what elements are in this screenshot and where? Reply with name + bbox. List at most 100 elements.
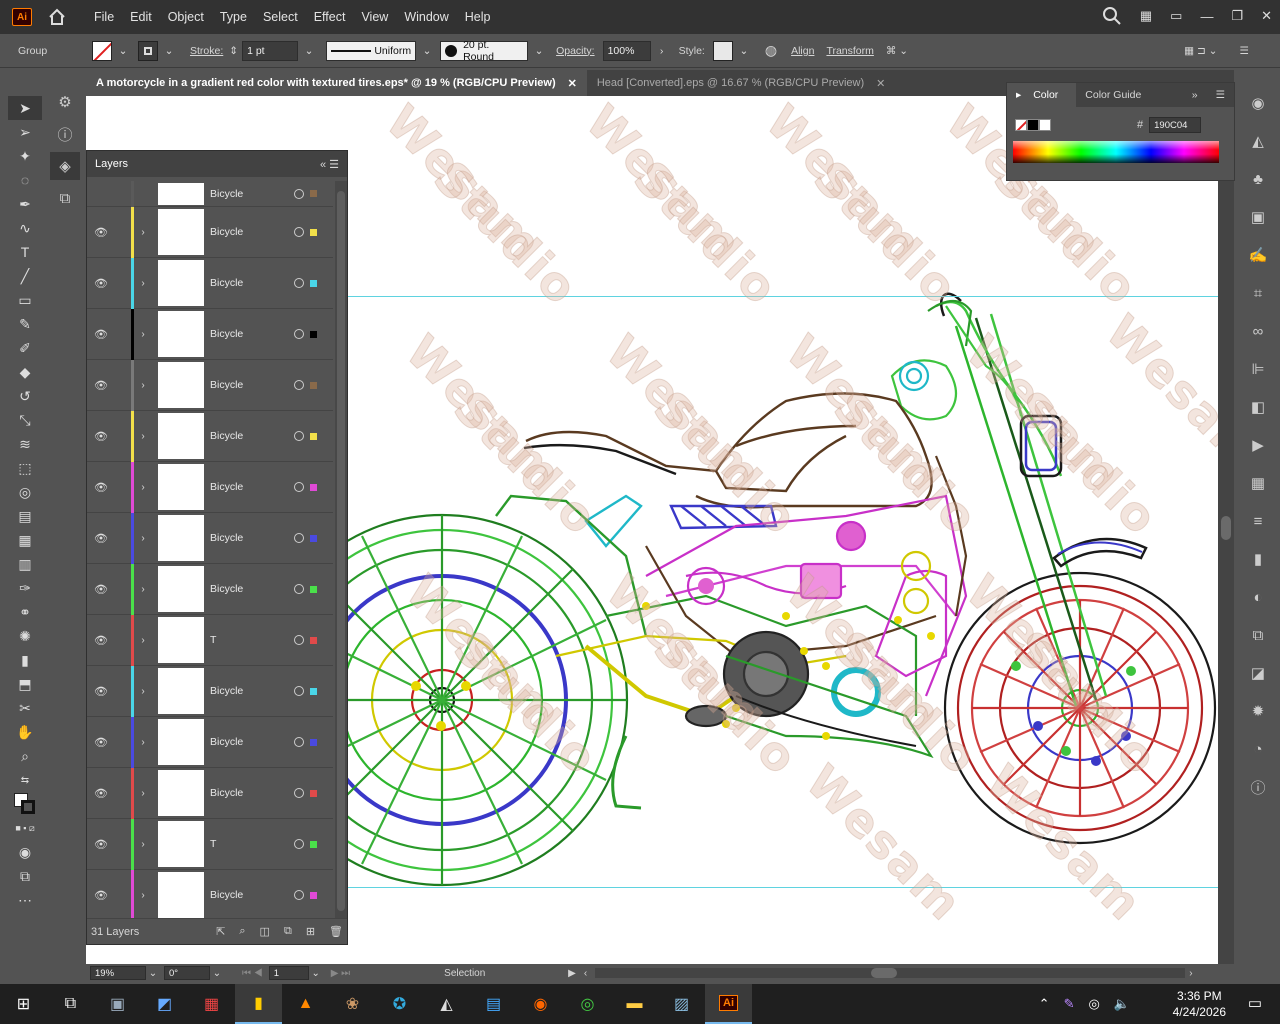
status-menu-icon[interactable]: ▶	[568, 968, 576, 979]
artboard-nav-prev-icon[interactable]: ⏮ ◀	[242, 968, 263, 979]
properties-icon[interactable]: ◧	[1238, 388, 1278, 426]
start-button-icon[interactable]: ⊞	[0, 984, 47, 1024]
artboard-number-field[interactable]: 1	[268, 966, 309, 980]
brush-definition[interactable]: 20 pt. Round	[440, 39, 529, 63]
visibility-eye-icon[interactable]: 👁	[87, 583, 115, 596]
target-circle-icon[interactable]	[294, 737, 304, 747]
canvas-vertical-scrollbar[interactable]	[1218, 96, 1234, 964]
panel-menu-icon[interactable]: ☰	[1239, 45, 1248, 57]
rotate-tool-icon[interactable]: ↺	[8, 384, 42, 408]
selection-square-icon[interactable]	[310, 636, 317, 644]
menu-help[interactable]: Help	[457, 10, 499, 24]
isolate-group-icon[interactable]: ⌘ ⌄	[886, 45, 908, 57]
brushes-icon[interactable]: ✍	[1238, 236, 1278, 274]
document-info-icon[interactable]: ⓘ	[1238, 768, 1278, 806]
chevron-down-icon[interactable]: ⌄	[162, 45, 176, 57]
asset-export-icon[interactable]: ✹	[1238, 692, 1278, 730]
target-circle-icon[interactable]	[294, 788, 304, 798]
arrange-icon[interactable]: ▦ ⊐ ⌄	[1184, 45, 1217, 57]
clipping-mask-icon[interactable]: ◫	[260, 925, 270, 938]
opacity-label[interactable]: Opacity:	[556, 45, 595, 57]
close-icon[interactable]: ✕	[1261, 8, 1272, 24]
artboard-nav-next-icon[interactable]: ▶ ⏭	[331, 968, 350, 979]
menu-select[interactable]: Select	[255, 10, 306, 24]
layer-row[interactable]: 👁 › T	[87, 614, 333, 666]
target-circle-icon[interactable]	[294, 584, 304, 594]
swatches-icon[interactable]: ▦	[1238, 464, 1278, 502]
layer-row[interactable]: 👁 › Bicycle	[87, 563, 333, 615]
minimize-icon[interactable]: —	[1200, 9, 1213, 24]
close-tab-icon[interactable]: ✕	[876, 77, 885, 90]
layer-name[interactable]: T	[210, 838, 288, 850]
selection-square-icon[interactable]	[310, 789, 317, 797]
visibility-eye-icon[interactable]: 👁	[87, 838, 115, 851]
visibility-eye-icon[interactable]: 👁	[87, 430, 115, 443]
visibility-eye-icon[interactable]: 👁	[87, 787, 115, 800]
file-explorer-icon[interactable]: ▬	[611, 984, 658, 1024]
expand-arrow-icon[interactable]: ›	[134, 788, 152, 799]
rotation-field[interactable]: 0°	[164, 966, 210, 980]
stroke-label[interactable]: Stroke:	[190, 45, 223, 57]
locate-object-icon[interactable]: ⌕	[239, 925, 245, 938]
links-icon[interactable]: ∞	[1238, 312, 1278, 350]
layer-name[interactable]: Bicycle	[210, 328, 288, 340]
paint-app-icon[interactable]: ◩	[141, 984, 188, 1024]
delete-layer-icon[interactable]: 🗑	[329, 925, 343, 938]
pathfinder-icon[interactable]: ◪	[1238, 654, 1278, 692]
selection-square-icon[interactable]	[310, 279, 317, 287]
menu-file[interactable]: File	[86, 10, 122, 24]
selection-square-icon[interactable]	[310, 190, 317, 197]
maximize-icon[interactable]: ❐	[1231, 8, 1243, 24]
chevron-down-icon[interactable]: ⌄	[532, 45, 546, 57]
menu-edit[interactable]: Edit	[122, 10, 160, 24]
transform-panel-icon[interactable]: ⌗	[1238, 274, 1278, 312]
visibility-eye-icon[interactable]: 👁	[87, 226, 115, 239]
layer-name[interactable]: Bicycle	[210, 787, 288, 799]
visibility-eye-icon[interactable]: 👁	[87, 481, 115, 494]
chevron-down-icon[interactable]: ⌄	[302, 45, 316, 57]
horizontal-scrollbar[interactable]	[595, 968, 1186, 978]
scroll-right-icon[interactable]: ›	[1189, 968, 1192, 979]
layer-name[interactable]: Bicycle	[210, 277, 288, 289]
lasso-icon[interactable]: ◌	[8, 168, 42, 192]
panel-menu-icon[interactable]: ☰	[1207, 89, 1234, 101]
hand-tool-icon[interactable]: ✋	[8, 720, 42, 744]
layer-row[interactable]: 👁 › Bicycle	[87, 206, 333, 258]
export-icon[interactable]: ⇱	[216, 925, 225, 938]
line-tool-icon[interactable]: ╱	[8, 264, 42, 288]
selection-square-icon[interactable]	[310, 585, 317, 593]
layer-name[interactable]: Bicycle	[210, 685, 288, 697]
expand-arrow-icon[interactable]: ›	[134, 380, 152, 391]
slice-tool-icon[interactable]: ✂	[8, 696, 42, 720]
curvature-tool-icon[interactable]: ∿	[8, 216, 42, 240]
chevron-down-icon[interactable]: ⌄	[420, 45, 434, 57]
eyedropper-icon[interactable]: ✑	[8, 576, 42, 600]
home-icon[interactable]	[48, 8, 66, 26]
layer-name[interactable]: Bicycle	[210, 430, 288, 442]
selection-square-icon[interactable]	[310, 534, 317, 542]
inkscape-icon[interactable]: ◭	[423, 984, 470, 1024]
type-tool-icon[interactable]: T	[8, 240, 42, 264]
selection-square-icon[interactable]	[310, 330, 317, 338]
target-circle-icon[interactable]	[294, 635, 304, 645]
search-icon[interactable]	[1102, 6, 1122, 26]
warp-tool-icon[interactable]: ≋	[8, 432, 42, 456]
task-view-icon[interactable]: ⧉	[47, 984, 94, 1024]
layer-row[interactable]: 👁 › Bicycle	[87, 716, 333, 768]
scale-tool-icon[interactable]: ⤡	[8, 408, 42, 432]
info-panel-icon[interactable]: ⓘ	[50, 120, 80, 148]
appearance-icon[interactable]: ⧉	[1238, 616, 1278, 654]
layer-name[interactable]: Bicycle	[210, 226, 288, 238]
symbols-icon[interactable]: ♣	[1238, 160, 1278, 198]
network-icon[interactable]: ◎	[1088, 996, 1099, 1012]
swap-colors-icon[interactable]: ⇆	[8, 768, 42, 792]
selection-square-icon[interactable]	[310, 687, 317, 695]
magic-wand-icon[interactable]: ✦	[8, 144, 42, 168]
chrome-icon[interactable]: ◎	[564, 984, 611, 1024]
chevron-down-icon[interactable]: ⌄	[146, 968, 160, 979]
layer-row[interactable]: 👁 › Bicycle	[87, 869, 333, 921]
chevron-down-icon[interactable]: ⌄	[309, 968, 323, 979]
chevron-right-icon[interactable]: ›	[655, 45, 669, 57]
layer-name[interactable]: Bicycle	[210, 379, 288, 391]
align-link[interactable]: Align	[791, 45, 814, 57]
